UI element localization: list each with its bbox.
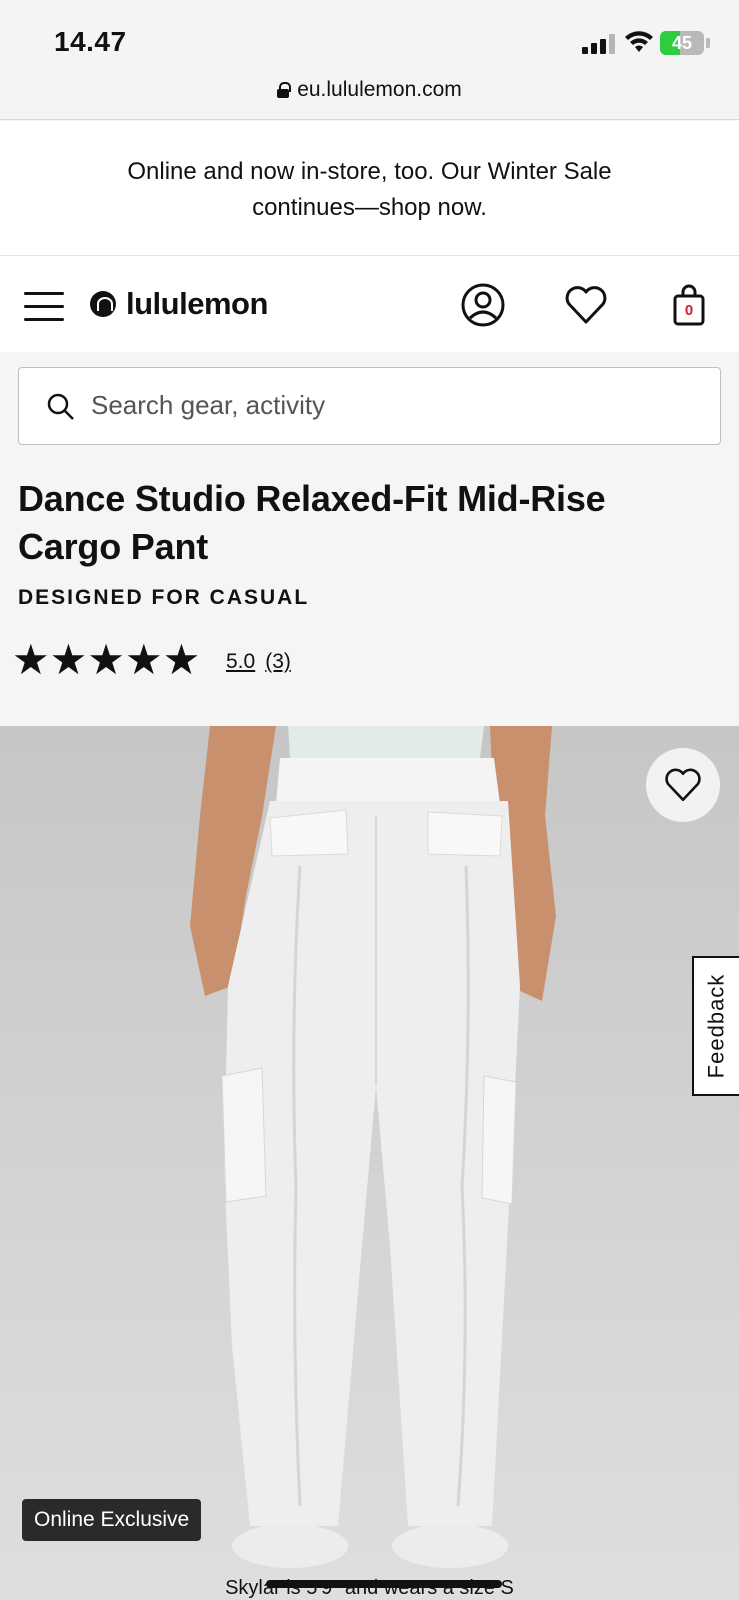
- home-indicator[interactable]: [266, 1580, 502, 1588]
- rating-value[interactable]: 5.0: [226, 650, 255, 674]
- cart-count: 0: [684, 302, 694, 319]
- logo-text: lululemon: [126, 286, 268, 321]
- product-category: DESIGNED FOR CASUAL: [18, 586, 310, 609]
- site-logo[interactable]: lululemon: [90, 286, 268, 322]
- lululemon-logo-icon: [90, 291, 116, 317]
- heart-icon[interactable]: [563, 282, 609, 328]
- product-photo: [190, 726, 556, 1568]
- product-title: Dance Studio Relaxed-Fit Mid-Rise Cargo …: [18, 478, 606, 567]
- wifi-icon: [625, 31, 653, 52]
- cellular-signal-icon: [582, 34, 616, 54]
- promo-line-2: continues—shop now.: [252, 194, 487, 221]
- address-bar[interactable]: eu.lululemon.com: [0, 72, 739, 120]
- battery-tip: [706, 38, 710, 48]
- promo-banner[interactable]: Online and now in-store, too. Our Winter…: [0, 121, 739, 256]
- online-exclusive-badge: Online Exclusive: [22, 1499, 202, 1541]
- site-header: lululemon 0: [0, 256, 739, 352]
- heart-outline-icon: [665, 768, 701, 802]
- product-image[interactable]: Feedback Online Exclusive Skylar is 5'9"…: [0, 726, 739, 1600]
- menu-icon[interactable]: [24, 292, 64, 322]
- lock-icon: [277, 82, 292, 98]
- battery-icon: 45: [660, 31, 704, 55]
- search-area: [0, 352, 739, 452]
- battery-level: 45: [671, 33, 693, 53]
- feedback-label: Feedback: [703, 973, 729, 1079]
- rating-summary[interactable]: 5.0 (3): [226, 650, 291, 674]
- url-text: eu.lululemon.com: [297, 78, 462, 101]
- review-count[interactable]: (3): [265, 650, 291, 674]
- star-icons: ★★★★★: [12, 636, 201, 683]
- status-bar: 14.47 45: [0, 0, 739, 72]
- search-input[interactable]: [91, 368, 691, 443]
- wishlist-button[interactable]: [646, 748, 720, 822]
- feedback-tab[interactable]: Feedback: [692, 956, 739, 1096]
- bag-icon[interactable]: 0: [666, 282, 712, 328]
- rating-stars[interactable]: ★★★★★: [12, 636, 201, 683]
- account-icon[interactable]: [460, 282, 506, 328]
- search-box[interactable]: [18, 367, 721, 445]
- search-icon: [47, 393, 74, 420]
- promo-line-1: Online and now in-store, too. Our Winter…: [127, 158, 612, 185]
- status-time: 14.47: [54, 26, 127, 57]
